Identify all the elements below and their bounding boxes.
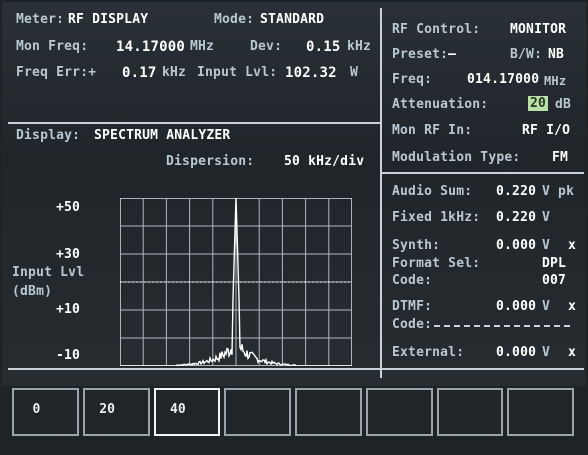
softkey-label: 0	[32, 402, 41, 417]
softkey-bar: 0 20 40	[10, 385, 576, 439]
rf-freq-label: Freq:	[392, 72, 433, 87]
freq-err-label: Freq Err:+	[16, 65, 97, 80]
y-axis-title-line1: Input Lvl	[12, 265, 85, 280]
dtmf-label: DTMF:	[392, 299, 433, 314]
mon-rf-in-label: Mon RF In:	[392, 123, 473, 138]
dtmf-off-mark[interactable]: x	[568, 299, 576, 314]
attenuation-label: Attenuation:	[392, 97, 489, 112]
rf-control-label: RF Control:	[392, 22, 481, 37]
y-tick-label: +10	[56, 302, 81, 317]
synth-label: Synth:	[392, 238, 441, 253]
dtmf-code-label: Code:	[392, 317, 433, 332]
input-lvl-value: 102.32	[285, 65, 337, 81]
rf-control-value[interactable]: MONITOR	[510, 22, 566, 37]
display-label: Display:	[16, 128, 81, 143]
fixed-1khz-label: Fixed 1kHz:	[392, 210, 481, 225]
y-tick-label: -10	[56, 348, 81, 363]
external-unit: V	[542, 345, 551, 360]
display-value[interactable]: SPECTRUM ANALYZER	[94, 128, 230, 143]
modulation-type-value[interactable]: FM	[552, 150, 568, 165]
freq-err-unit: kHz	[162, 65, 187, 80]
mon-freq-value: 14.17000	[116, 39, 186, 55]
modulation-type-label: Modulation Type:	[392, 150, 521, 165]
rf-freq-value[interactable]: 014.17000	[467, 72, 539, 87]
input-lvl-label: Input Lvl:	[197, 65, 278, 80]
softkey-2[interactable]: 20	[82, 388, 150, 436]
synth-off-mark[interactable]: x	[568, 238, 576, 253]
dispersion-label: Dispersion:	[166, 154, 255, 169]
audio-section-divider	[380, 172, 584, 174]
softkey-4[interactable]	[224, 388, 291, 436]
preset-label: Preset:	[392, 47, 449, 62]
dtmf-value[interactable]: 0.000	[496, 299, 536, 314]
softkey-label: 20	[99, 402, 115, 417]
code-label: Code:	[392, 273, 433, 288]
audio-sum-value[interactable]: 0.220	[496, 184, 536, 199]
format-sel-label: Format Sel:	[392, 256, 481, 271]
meter-value: RF DISPLAY	[68, 12, 149, 27]
dispersion-value[interactable]: 50 kHz/div	[284, 154, 364, 169]
instrument-bezel: Meter: RF DISPLAY Mode: STANDARD Mon Fre…	[0, 0, 588, 455]
softkey-1[interactable]: 0	[12, 388, 79, 436]
dtmf-code-field[interactable]	[434, 325, 570, 327]
dtmf-unit: V	[542, 299, 551, 314]
external-off-mark[interactable]: x	[568, 345, 576, 360]
softkey-5[interactable]	[295, 388, 362, 436]
freq-err-value: 0.17	[122, 65, 157, 81]
softkey-8[interactable]	[507, 388, 574, 436]
mode-value: STANDARD	[260, 12, 325, 27]
audio-sum-unit: V pk	[542, 184, 575, 199]
input-lvl-unit: W	[350, 65, 359, 80]
external-value[interactable]: 0.000	[496, 345, 536, 360]
audio-sum-label: Audio Sum:	[392, 184, 473, 199]
fixed-1khz-unit: V	[542, 210, 551, 225]
bottom-divider	[8, 368, 584, 370]
synth-unit: V	[542, 238, 551, 253]
attenuation-unit: dB	[555, 97, 572, 112]
y-tick-label: +30	[56, 247, 81, 262]
synth-value[interactable]: 0.000	[496, 238, 536, 253]
mode-label: Mode:	[214, 12, 255, 27]
meter-label: Meter:	[16, 12, 65, 27]
softkey-6[interactable]	[365, 388, 433, 436]
display-section-divider	[8, 122, 380, 124]
softkey-label: 40	[170, 402, 186, 417]
y-axis-title-line2: (dBm)	[12, 284, 53, 299]
dev-label: Dev:	[250, 39, 283, 54]
bw-value[interactable]: NB	[548, 47, 564, 62]
dev-unit: kHz	[347, 39, 372, 54]
right-panel-divider	[380, 8, 382, 378]
dev-value: 0.15	[306, 39, 341, 55]
mon-freq-label: Mon Freq:	[16, 39, 89, 54]
y-tick-label: +50	[56, 200, 81, 215]
preset-value[interactable]: —	[448, 47, 456, 62]
fixed-1khz-value[interactable]: 0.220	[496, 210, 536, 225]
format-sel-value[interactable]: DPL	[542, 256, 566, 271]
spectrum-plot	[120, 198, 352, 366]
softkey-7[interactable]	[436, 388, 504, 436]
bw-label: B/W:	[510, 47, 543, 62]
external-label: External:	[392, 345, 465, 360]
code-value[interactable]: 007	[542, 273, 566, 288]
attenuation-value[interactable]: 20	[528, 96, 549, 111]
mon-rf-in-value[interactable]: RF I/O	[522, 123, 570, 138]
instrument-screen: Meter: RF DISPLAY Mode: STANDARD Mon Fre…	[2, 2, 586, 386]
softkey-3[interactable]: 40	[153, 388, 221, 436]
mon-freq-unit: MHz	[190, 39, 215, 54]
rf-freq-unit: MHz	[544, 74, 567, 88]
